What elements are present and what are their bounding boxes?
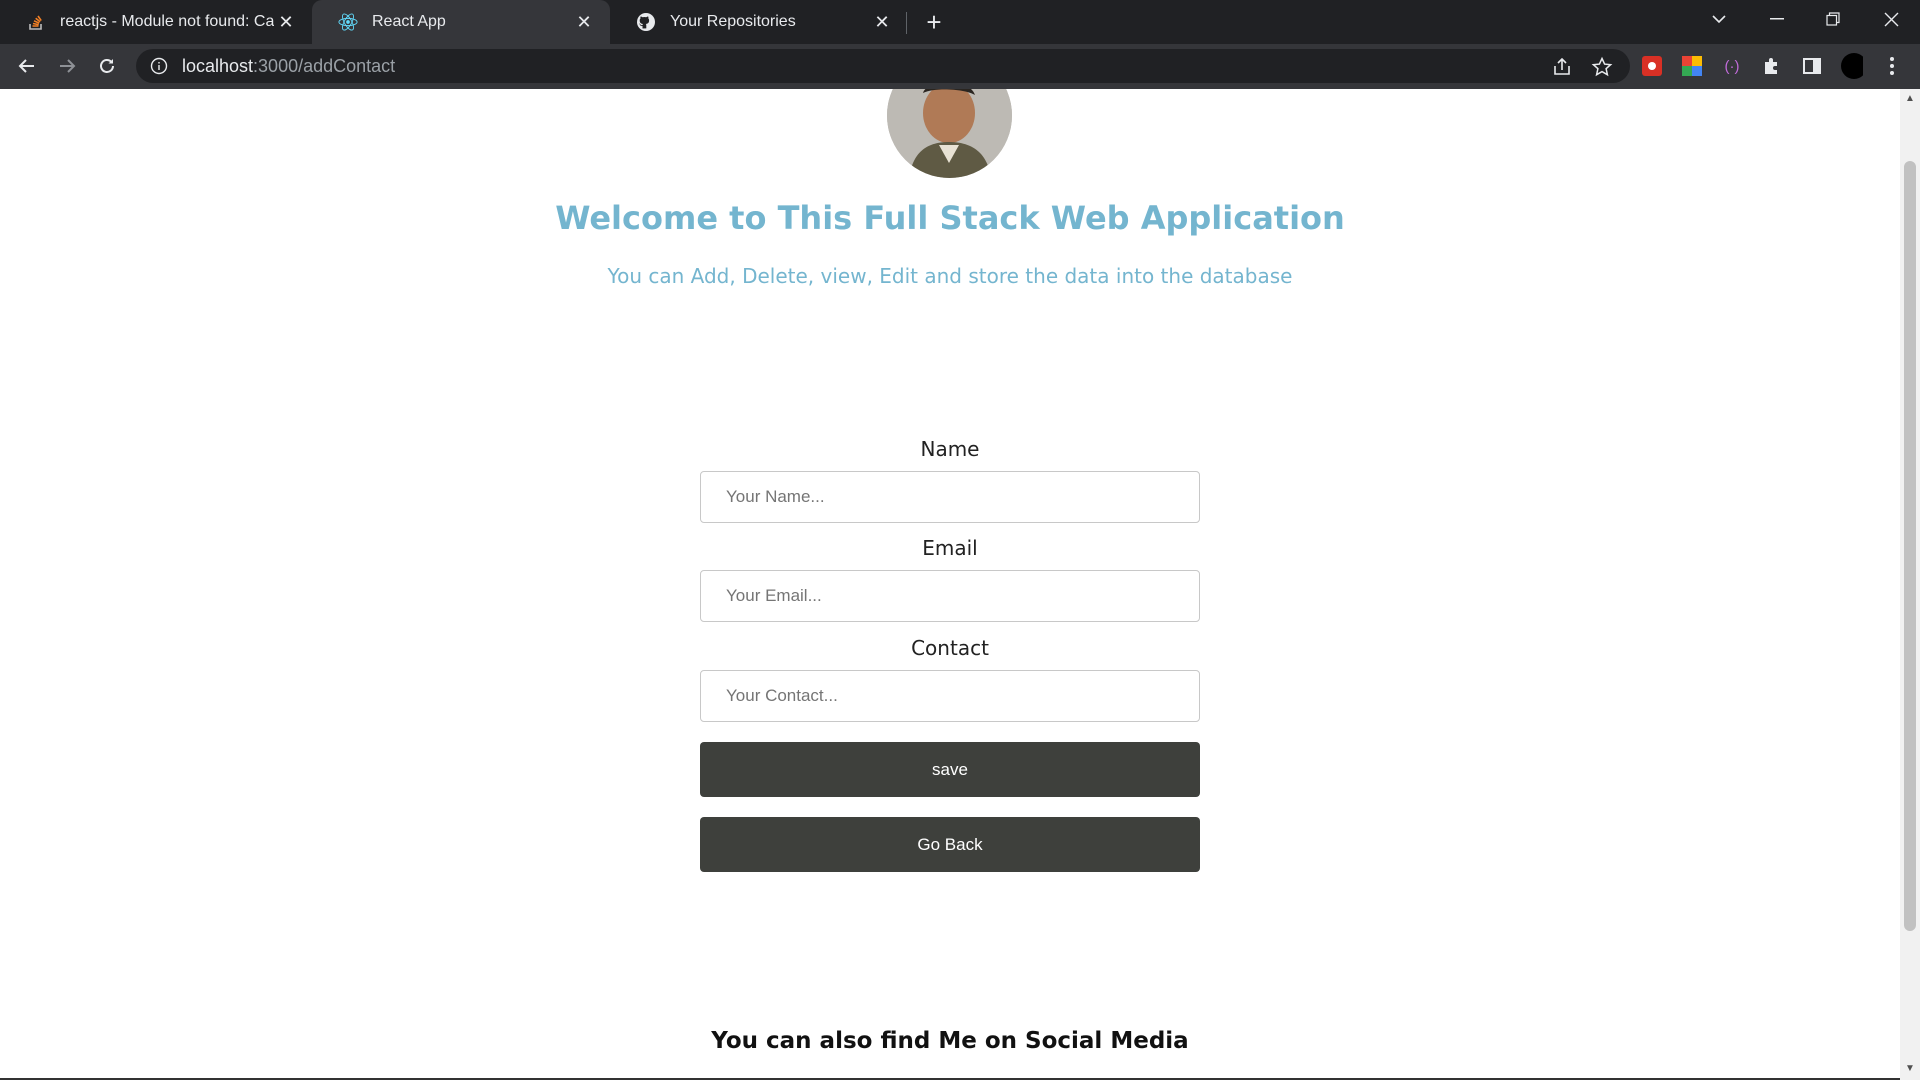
github-icon: [636, 12, 656, 32]
bookmark-star-icon[interactable]: [1591, 56, 1613, 78]
go-back-button[interactable]: Go Back: [700, 817, 1200, 872]
name-input[interactable]: [700, 471, 1200, 523]
page-scrollbar[interactable]: ▲ ▼: [1900, 89, 1920, 1080]
tab-stackoverflow[interactable]: reactjs - Module not found: Can't ✕: [0, 0, 312, 44]
close-tab-icon[interactable]: ✕: [870, 10, 894, 34]
extension-purple-icon[interactable]: (·): [1721, 55, 1743, 77]
close-window-icon[interactable]: [1866, 0, 1916, 38]
scroll-down-arrow-icon[interactable]: ▼: [1905, 1064, 1915, 1074]
tab-separator: [906, 12, 907, 34]
back-arrow-icon[interactable]: [11, 50, 43, 82]
name-label: Name: [920, 437, 980, 461]
contact-input[interactable]: [700, 670, 1200, 722]
stackoverflow-icon: [26, 12, 46, 32]
react-icon: [338, 12, 358, 32]
tab-title: reactjs - Module not found: Can't: [60, 13, 274, 30]
site-info-icon[interactable]: [150, 57, 168, 75]
tab-title: React App: [372, 13, 446, 30]
restore-icon[interactable]: [1808, 0, 1858, 38]
close-tab-icon[interactable]: ✕: [572, 10, 596, 34]
menu-kebab-icon[interactable]: [1881, 55, 1903, 77]
url-host: localhost: [182, 55, 254, 76]
browser-tab-strip: reactjs - Module not found: Can't ✕ Reac…: [0, 0, 1920, 44]
browser-toolbar: localhost:3000/addContact (·): [0, 44, 1920, 89]
forward-arrow-icon[interactable]: [51, 50, 83, 82]
social-media-heading: You can also find Me on Social Media: [711, 1028, 1189, 1054]
tab-title: Your Repositories: [670, 13, 796, 30]
tab-github[interactable]: Your Repositories ✕: [610, 0, 908, 44]
extensions-puzzle-icon[interactable]: [1761, 55, 1783, 77]
contact-label: Contact: [911, 636, 989, 660]
url-text: localhost:3000/addContact: [182, 56, 395, 77]
close-tab-icon[interactable]: ✕: [274, 10, 298, 34]
share-icon[interactable]: [1551, 56, 1573, 78]
tab-search-icon[interactable]: [1694, 0, 1744, 38]
scrollbar-thumb[interactable]: [1904, 161, 1916, 931]
address-bar[interactable]: localhost:3000/addContact: [136, 49, 1630, 83]
scroll-up-arrow-icon[interactable]: ▲: [1905, 94, 1915, 104]
new-tab-button[interactable]: +: [920, 7, 948, 37]
side-panel-icon[interactable]: [1801, 55, 1823, 77]
email-input[interactable]: [700, 570, 1200, 622]
page-content: Welcome to This Full Stack Web Applicati…: [0, 89, 1900, 1080]
profile-photo: [887, 89, 1012, 178]
page-subtitle: You can Add, Delete, view, Edit and stor…: [607, 264, 1293, 288]
minimize-icon[interactable]: [1752, 0, 1802, 38]
url-path: :3000/addContact: [253, 55, 396, 76]
tab-react-app[interactable]: React App ✕: [312, 0, 610, 44]
page-title: Welcome to This Full Stack Web Applicati…: [555, 199, 1345, 237]
profile-avatar-icon[interactable]: [1841, 53, 1863, 79]
save-button[interactable]: save: [700, 742, 1200, 797]
email-label: Email: [922, 536, 978, 560]
reload-icon[interactable]: [91, 50, 123, 82]
extension-red-icon[interactable]: [1641, 55, 1663, 77]
extension-colorful-icon[interactable]: [1681, 55, 1703, 77]
